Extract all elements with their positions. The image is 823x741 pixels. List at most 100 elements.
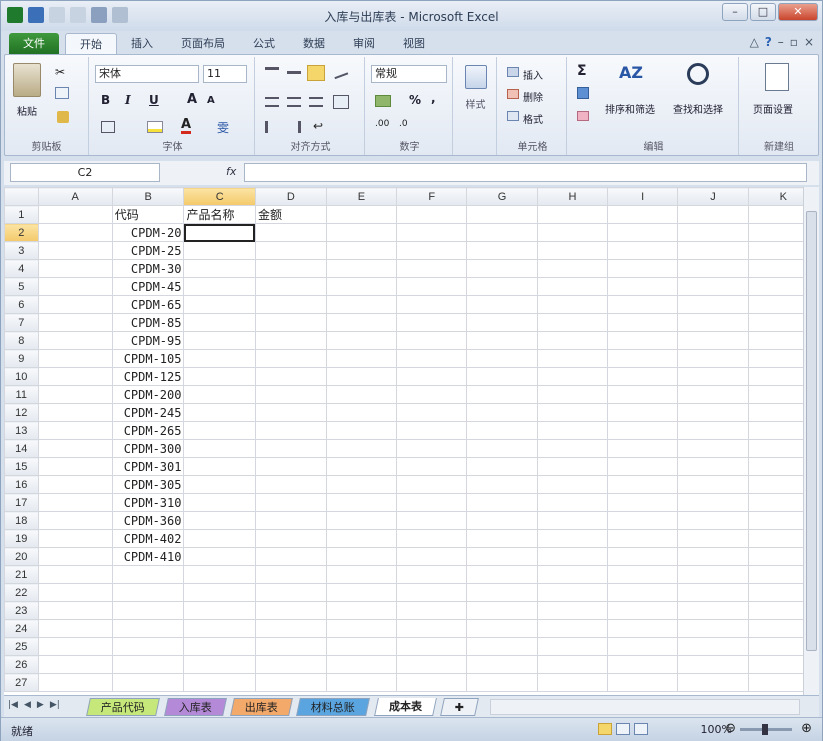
cell[interactable] — [536, 313, 609, 332]
cell[interactable] — [396, 367, 468, 386]
cell[interactable] — [677, 349, 749, 368]
cell[interactable] — [607, 637, 679, 656]
cell[interactable] — [396, 601, 468, 620]
row-header[interactable]: 19 — [4, 529, 39, 548]
cell[interactable] — [37, 277, 113, 296]
cell[interactable] — [396, 439, 468, 458]
row-header[interactable]: 18 — [4, 511, 39, 530]
cell[interactable] — [466, 529, 538, 548]
cell[interactable] — [37, 547, 113, 566]
cell[interactable] — [466, 511, 538, 530]
cell[interactable] — [396, 565, 468, 584]
cell[interactable] — [183, 547, 256, 566]
underline-button[interactable]: U — [149, 93, 159, 107]
cell[interactable] — [466, 637, 538, 656]
cell[interactable] — [325, 403, 398, 422]
cell[interactable] — [396, 223, 468, 242]
cell[interactable] — [466, 349, 538, 368]
cell[interactable] — [536, 277, 609, 296]
cell[interactable] — [254, 241, 327, 260]
cell[interactable] — [466, 403, 538, 422]
cell[interactable] — [254, 439, 327, 458]
cell[interactable] — [677, 385, 749, 404]
cell[interactable] — [536, 511, 609, 530]
column-header[interactable]: D — [254, 187, 327, 206]
cell[interactable]: CPDM-65 — [111, 295, 185, 314]
cell[interactable] — [37, 439, 113, 458]
horizontal-scrollbar[interactable] — [490, 699, 800, 715]
sheet-tab[interactable]: 材料总账 — [296, 698, 370, 716]
orientation-icon[interactable] — [331, 64, 349, 80]
cell[interactable] — [607, 619, 679, 638]
cell[interactable] — [396, 637, 468, 656]
cell[interactable] — [111, 583, 185, 602]
doc-close-icon[interactable]: × — [804, 35, 814, 49]
cell[interactable] — [677, 475, 749, 494]
cell[interactable] — [396, 241, 468, 260]
cell[interactable] — [536, 349, 609, 368]
cell[interactable] — [325, 475, 398, 494]
cell[interactable] — [37, 241, 113, 260]
zoom-slider[interactable] — [740, 724, 792, 735]
cell[interactable]: CPDM-200 — [111, 385, 185, 404]
row-header[interactable]: 24 — [4, 619, 39, 638]
cell[interactable] — [37, 223, 113, 242]
cell[interactable] — [254, 493, 327, 512]
top-align-icon[interactable] — [265, 67, 279, 77]
cell[interactable] — [254, 385, 327, 404]
phonetic-guide-icon[interactable]: 雯 — [217, 119, 229, 136]
tab-page-layout[interactable]: 页面布局 — [167, 33, 239, 55]
help-icon[interactable]: ? — [765, 35, 772, 49]
row-header[interactable]: 16 — [4, 475, 39, 494]
cell[interactable] — [677, 457, 749, 476]
cell[interactable]: CPDM-265 — [111, 421, 185, 440]
cell[interactable] — [677, 331, 749, 350]
cell[interactable] — [607, 493, 679, 512]
cell[interactable] — [396, 493, 468, 512]
row-header[interactable]: 15 — [4, 457, 39, 476]
sort-filter-button[interactable]: 排序和筛选 — [605, 101, 655, 116]
bold-button[interactable]: B — [101, 93, 110, 107]
row-header[interactable]: 20 — [4, 547, 39, 566]
column-header[interactable]: H — [536, 187, 609, 206]
cell[interactable] — [254, 673, 327, 692]
cell[interactable] — [111, 565, 185, 584]
row-header[interactable]: 26 — [4, 655, 39, 674]
cell[interactable] — [607, 547, 679, 566]
cell[interactable] — [536, 619, 609, 638]
cell[interactable] — [677, 547, 749, 566]
cell[interactable] — [677, 277, 749, 296]
cell[interactable] — [396, 547, 468, 566]
tab-insert[interactable]: 插入 — [117, 33, 167, 55]
cell[interactable] — [607, 421, 679, 440]
cell[interactable] — [37, 259, 113, 278]
row-header[interactable]: 23 — [4, 601, 39, 620]
cell[interactable] — [396, 277, 468, 296]
cell[interactable] — [183, 457, 256, 476]
cell[interactable] — [183, 475, 256, 494]
doc-minimize-icon[interactable]: – — [778, 35, 784, 49]
select-all-corner[interactable] — [4, 187, 39, 206]
cell[interactable]: CPDM-30 — [111, 259, 185, 278]
cell[interactable] — [607, 313, 679, 332]
cell[interactable] — [325, 673, 398, 692]
next-sheet-icon[interactable]: ▶ — [37, 700, 44, 710]
cell[interactable]: CPDM-20 — [111, 223, 185, 242]
cell[interactable] — [37, 385, 113, 404]
cell[interactable] — [325, 331, 398, 350]
cell[interactable]: CPDM-360 — [111, 511, 185, 530]
cell[interactable] — [536, 637, 609, 656]
cell[interactable] — [466, 367, 538, 386]
cell[interactable] — [677, 367, 749, 386]
sort-filter-icon[interactable]: AZ — [619, 63, 643, 82]
column-header[interactable]: C — [183, 187, 256, 206]
cell[interactable] — [325, 583, 398, 602]
cell[interactable]: CPDM-45 — [111, 277, 185, 296]
last-sheet-icon[interactable]: ▶| — [50, 700, 60, 710]
sheet-tab[interactable]: 产品代码 — [86, 698, 160, 716]
cell[interactable] — [325, 493, 398, 512]
cell[interactable] — [466, 619, 538, 638]
cell[interactable] — [607, 277, 679, 296]
cell[interactable] — [111, 655, 185, 674]
cell[interactable] — [466, 655, 538, 674]
